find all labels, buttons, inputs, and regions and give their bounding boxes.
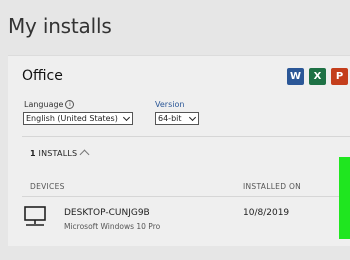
devices-column-header: DEVICES xyxy=(30,182,65,191)
highlight-marker xyxy=(339,157,350,239)
divider xyxy=(22,196,350,197)
language-select[interactable]: English (United States) xyxy=(23,112,133,125)
app-icons: W X P xyxy=(287,68,348,85)
chevron-down-icon xyxy=(122,113,131,122)
installed-date: 10/8/2019 xyxy=(243,208,290,218)
product-name: Office xyxy=(22,68,63,84)
office-install-card: Office W X P Language i Version English (… xyxy=(8,55,350,246)
version-label: Version xyxy=(155,100,185,109)
excel-icon: X xyxy=(309,68,326,85)
device-os: Microsoft Windows 10 Pro xyxy=(64,222,161,231)
installed-on-column-header: INSTALLED ON xyxy=(243,182,302,191)
version-select[interactable]: 64-bit xyxy=(155,112,199,125)
desktop-icon xyxy=(24,206,46,226)
info-icon[interactable]: i xyxy=(65,100,75,109)
powerpoint-icon: P xyxy=(331,68,348,85)
installs-toggle[interactable]: 1 INSTALLS xyxy=(30,149,90,160)
page-title: My installs xyxy=(8,14,112,38)
word-icon: W xyxy=(287,68,304,85)
device-name: DESKTOP-CUNJG9B xyxy=(64,208,150,218)
chevron-down-icon xyxy=(188,113,197,122)
chevron-up-icon xyxy=(79,149,90,160)
divider xyxy=(22,136,350,137)
language-label: Language i xyxy=(24,100,75,109)
